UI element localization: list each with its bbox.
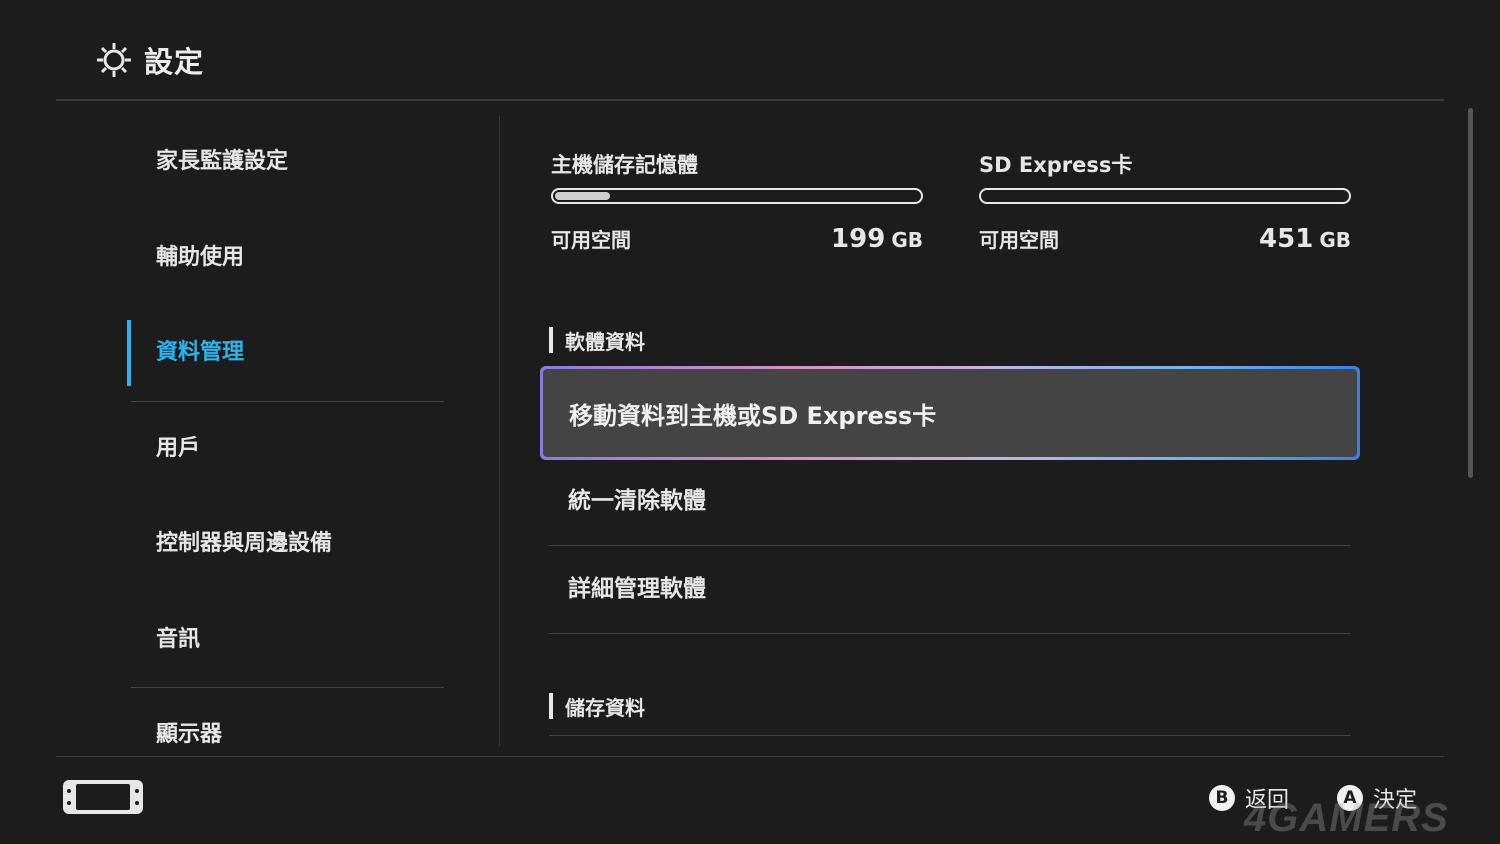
sidebar-item-parental-controls[interactable]: 家長監護設定 (156, 147, 288, 177)
sd-free-space-unit: GB (1319, 228, 1351, 252)
sd-storage-panel: SD Express卡 可用空間 451 GB (979, 150, 1351, 254)
system-storage-bar (551, 188, 923, 204)
sd-storage-title: SD Express卡 (979, 153, 1133, 177)
menu-item-move-data-label: 移動資料到主機或SD Express卡 (543, 369, 1357, 457)
sidebar-divider (499, 116, 500, 746)
system-free-space-amount: 199 GB (831, 224, 923, 254)
sd-storage-bar (979, 188, 1351, 204)
sidebar-item-accessibility[interactable]: 輔助使用 (156, 243, 244, 273)
footer-divider (56, 756, 1444, 757)
sd-free-space-amount: 451 GB (1259, 224, 1351, 254)
menu-item-move-data[interactable]: 移動資料到主機或SD Express卡 (540, 366, 1360, 460)
menu-separator (549, 735, 1351, 736)
sidebar-separator (131, 687, 444, 688)
header-divider (56, 99, 1444, 101)
menu-separator (549, 633, 1351, 634)
section-software-heading: 軟體資料 (565, 329, 645, 354)
sidebar-active-indicator (127, 320, 131, 386)
handheld-console-icon (63, 780, 143, 814)
system-free-space-unit: GB (891, 228, 923, 252)
system-free-space-label: 可用空間 (551, 228, 631, 252)
sidebar-separator (131, 401, 444, 402)
section-software-data: 軟體資料 (549, 326, 645, 354)
system-storage-title: 主機儲存記憶體 (551, 153, 698, 177)
section-save-data: 儲存資料 (549, 692, 645, 720)
sd-free-space-row: 可用空間 451 GB (979, 224, 1351, 254)
watermark: 4GAMERS (1244, 796, 1449, 840)
sidebar-item-controllers[interactable]: 控制器與周邊設備 (156, 529, 332, 559)
sd-free-space-value: 451 (1259, 224, 1314, 254)
sidebar-item-data-management[interactable]: 資料管理 (156, 338, 244, 368)
b-button-icon: B (1209, 785, 1235, 811)
sidebar-item-display[interactable]: 顯示器 (156, 720, 222, 750)
system-storage-bar-fill (555, 192, 610, 200)
scrollbar[interactable] (1468, 108, 1473, 478)
section-save-heading: 儲存資料 (565, 695, 645, 720)
sidebar-item-audio[interactable]: 音訊 (156, 625, 200, 655)
system-storage-panel: 主機儲存記憶體 可用空間 199 GB (551, 150, 923, 254)
menu-separator (549, 545, 1351, 546)
sd-free-space-label: 可用空間 (979, 228, 1059, 252)
menu-item-archive-software[interactable]: 統一清除軟體 (568, 484, 706, 518)
sidebar-item-users[interactable]: 用戶 (156, 434, 200, 464)
system-free-space-value: 199 (831, 224, 886, 254)
menu-item-manage-software[interactable]: 詳細管理軟體 (568, 572, 706, 606)
section-marker (549, 327, 553, 353)
gear-icon (97, 43, 131, 77)
settings-screen: 設定 家長監護設定 輔助使用 資料管理 用戶 控制器與周邊設備 音訊 顯示器 主… (0, 0, 1500, 844)
section-marker (549, 693, 553, 719)
system-free-space-row: 可用空間 199 GB (551, 224, 923, 254)
page-header: 設定 (94, 38, 204, 82)
page-title: 設定 (144, 45, 205, 79)
